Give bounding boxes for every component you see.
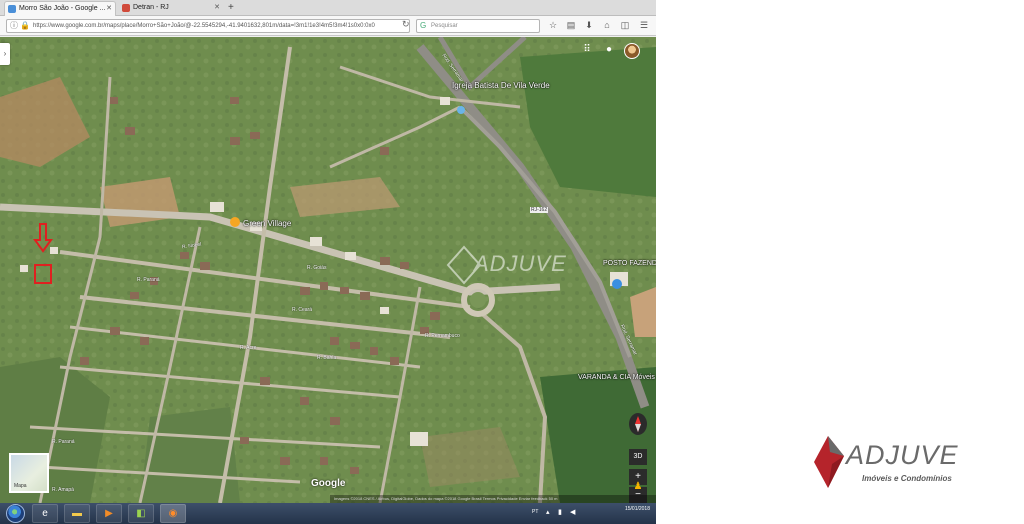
clock-date: 15/01/2018 [624,506,650,512]
firefox-icon[interactable]: ◉ [160,504,186,523]
language-indicator[interactable]: PT [532,509,538,515]
search-placeholder: Pesquisar [431,23,458,29]
street-label: R. Amapá [52,487,74,493]
street-label: R. Pernambuco [425,333,460,339]
notifications-icon[interactable]: ● [602,43,616,57]
furniture-store-label[interactable]: VARANDA & CIA Móveis Para Varanda [578,373,656,382]
watermark: ADJUVE [446,245,586,285]
logo-tagline: Imóveis e Condomínios [862,474,952,483]
pegman-icon[interactable]: ♟ [631,480,645,494]
watermark-text: ADJUVE [474,251,567,276]
screenshot: Morro São João - Google ... ✕ Detran - R… [0,0,656,524]
church-label[interactable]: Igreja Batista De Vila Verde [452,81,550,90]
folder-icon[interactable]: ▬ [64,504,90,523]
village-label[interactable]: Green Village [243,219,291,228]
system-tray: PT ▴ ▮ ◀ 15/01/2018 [532,505,656,523]
star-icon[interactable]: ☆ [548,20,558,31]
start-button[interactable] [6,504,25,523]
ie-icon[interactable]: e [32,504,58,523]
apps-grid-icon[interactable]: ⠿ [580,43,594,57]
street-label: R. Acre [240,345,257,351]
home-icon[interactable]: ⌂ [602,20,612,31]
address-bar[interactable]: ⓘ 🔒 https://www.google.com.br/maps/place… [6,19,410,33]
logo-name: ADJUVE [846,440,959,470]
lock-icon: 🔒 [20,21,30,30]
tab-google-maps[interactable]: Morro São João - Google ... ✕ [4,1,116,16]
map-attribution: Imagens ©2018 CNES / Airbus, DigitalGlob… [330,495,656,503]
new-tab-button[interactable]: + [228,1,234,14]
search-engine-icon: G [420,21,427,30]
search-input[interactable]: G Pesquisar [416,19,540,33]
network-icon[interactable]: ▮ [558,508,562,516]
pocket-icon[interactable]: ◫ [620,20,630,31]
street-label: R. Bahia [317,355,337,361]
info-icon[interactable]: ⓘ [10,21,18,31]
app-icon[interactable]: ◧ [128,504,154,523]
road-shield: RJ-162 [530,207,549,213]
minimap-label: Mapa [14,483,27,489]
tab-label: Detran - RJ [133,4,169,11]
reading-list-icon[interactable]: ▤ [566,20,576,31]
street-label: R. Goiás [307,265,327,271]
street-label: R. Paraná [52,439,75,445]
collapse-panel-button[interactable]: › [0,43,10,65]
browser-tab-bar: Morro São João - Google ... ✕ Detran - R… [0,0,656,16]
tab-label: Morro São João - Google ... [19,5,106,12]
tilt-3d-button[interactable]: 3D [629,449,647,465]
clock[interactable]: 15/01/2018 [625,506,650,513]
reload-icon[interactable]: ↻ [402,19,410,30]
maps-favicon-icon [8,5,16,13]
company-logo: ADJUVE Imóveis e Condomínios [812,434,982,490]
tray-arrow-icon[interactable]: ▴ [546,508,550,516]
compass-icon[interactable] [629,413,647,435]
street-label: R. Paraná [137,277,160,283]
map-type-toggle[interactable]: Mapa [9,453,49,493]
street-label: R. Ceará [292,307,313,313]
volume-icon[interactable]: ◀ [570,508,575,516]
close-tab-icon[interactable]: ✕ [106,2,112,16]
download-icon[interactable]: ⬇ [584,20,594,31]
menu-icon[interactable]: ☰ [639,20,649,31]
google-logo: Google [311,478,346,489]
windows-taskbar: e ▬ ▶ ◧ ◉ PT ▴ ▮ ◀ 15/01/2018 [0,503,656,524]
detran-favicon-icon [122,4,130,12]
url-text: https://www.google.com.br/maps/place/Mor… [33,23,375,29]
close-tab-icon[interactable]: ✕ [214,1,220,15]
browser-nav-bar: ⓘ 🔒 https://www.google.com.br/maps/place… [0,16,656,36]
tab-detran[interactable]: Detran - RJ ✕ [119,1,223,16]
gas-station-label[interactable]: POSTO FAZENDA BOA VENDA [603,259,656,268]
avatar[interactable] [624,43,640,59]
media-player-icon[interactable]: ▶ [96,504,122,523]
satellite-map[interactable]: Igreja Batista De Vila Verde Green Villa… [0,37,656,503]
